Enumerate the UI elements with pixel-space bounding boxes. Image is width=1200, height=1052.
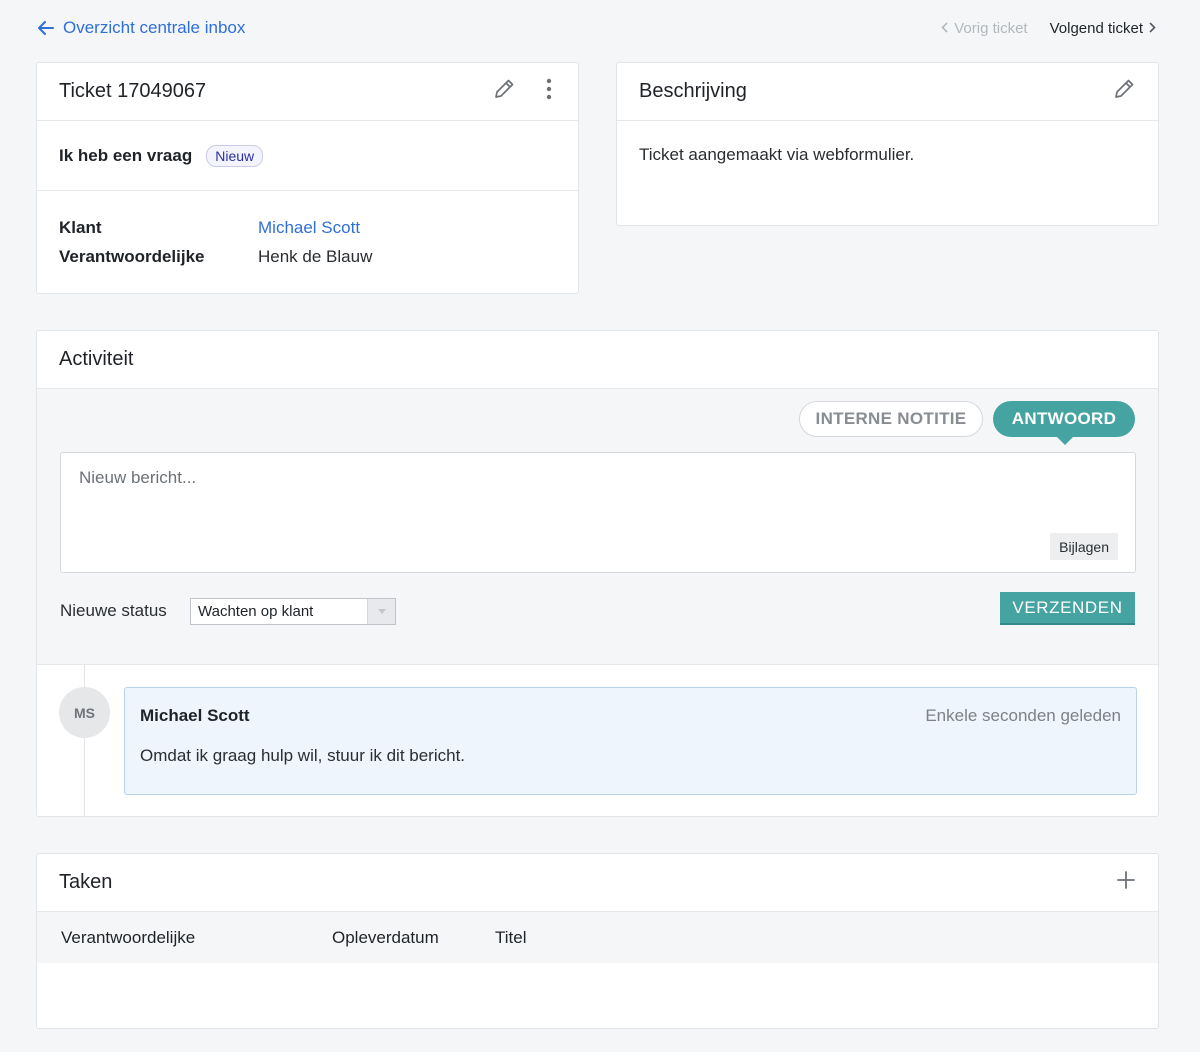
description-card: Beschrijving Ticket aangemaakt via webfo… <box>616 62 1159 226</box>
message-text: Omdat ik graag hulp wil, stuur ik dit be… <box>140 746 466 765</box>
status-select[interactable]: Wachten op klant <box>190 598 396 625</box>
message-bubble: Michael Scott Enkele seconden geleden Om… <box>124 687 1137 795</box>
top-navigation: Overzicht centrale inbox Vorig ticket Vo… <box>0 0 1200 58</box>
status-badge: Nieuw <box>206 144 264 167</box>
ticket-card: Ticket 17049067 Ik heb een vraag Nieuw K… <box>36 62 579 294</box>
previous-ticket-label: Vorig ticket <box>954 20 1028 37</box>
more-vertical-icon <box>546 77 552 106</box>
meta-row-assignee: Verantwoordelijke Henk de Blauw <box>59 242 556 271</box>
ticket-card-header: Ticket 17049067 <box>37 63 578 121</box>
dropdown-arrow-icon <box>367 599 395 624</box>
description-text: Ticket aangemaakt via webformulier. <box>639 145 915 164</box>
message-timestamp: Enkele seconden geleden <box>925 706 1121 725</box>
meta-key: Klant <box>59 217 102 237</box>
ticket-subject: Ik heb een vraag <box>59 145 193 165</box>
next-ticket-label: Volgend ticket <box>1049 20 1143 37</box>
edit-description-button[interactable] <box>1112 77 1136 106</box>
next-ticket-link[interactable]: Volgend ticket <box>1050 20 1156 37</box>
arrow-left-icon <box>38 21 54 35</box>
ticket-meta: Klant Michael Scott Verantwoordelijke He… <box>37 191 578 271</box>
ticket-more-options-button[interactable] <box>542 77 556 106</box>
meta-row-customer: Klant Michael Scott <box>59 213 556 242</box>
internal-note-tab[interactable]: INTERNE NOTITIE <box>799 401 983 437</box>
activity-card-header: Activiteit <box>37 331 1158 389</box>
back-to-inbox-link[interactable]: Overzicht centrale inbox <box>38 18 245 38</box>
attachments-button[interactable]: Bijlagen <box>1050 533 1118 560</box>
send-button[interactable]: VERZENDEN <box>1000 592 1135 625</box>
status-select-value: Wachten op klant <box>198 603 314 620</box>
activity-card: Activiteit INTERNE NOTITIE ANTWOORD Bijl… <box>36 330 1159 817</box>
tasks-table-header: Verantwoordelijke Opleverdatum Titel <box>37 912 1158 963</box>
plus-icon <box>1116 870 1136 895</box>
column-header-due-date[interactable]: Opleverdatum <box>332 928 439 948</box>
ticket-subject-row: Ik heb een vraag Nieuw <box>37 121 578 191</box>
ticket-title: Ticket 17049067 <box>59 80 207 102</box>
ticket-actions <box>492 77 556 106</box>
add-task-button[interactable] <box>1116 870 1136 895</box>
avatar: MS <box>59 687 110 738</box>
tasks-title: Taken <box>59 871 113 893</box>
message-composer: INTERNE NOTITIE ANTWOORD Bijlagen Nieuwe… <box>37 389 1158 665</box>
assignee-value: Henk de Blauw <box>258 246 373 266</box>
reply-tab[interactable]: ANTWOORD <box>993 401 1135 445</box>
description-card-header: Beschrijving <box>617 63 1158 121</box>
customer-link[interactable]: Michael Scott <box>258 218 360 238</box>
ticket-pager: Vorig ticket Volgend ticket <box>941 20 1156 37</box>
edit-ticket-button[interactable] <box>492 77 516 106</box>
tasks-card-header: Taken <box>37 854 1158 912</box>
previous-ticket-link[interactable]: Vorig ticket <box>941 20 1028 37</box>
tasks-card: Taken Verantwoordelijke Opleverdatum Tit… <box>36 853 1159 1029</box>
chevron-left-icon <box>941 20 948 37</box>
new-status-label: Nieuwe status <box>60 601 167 620</box>
back-link-label: Overzicht centrale inbox <box>63 18 246 37</box>
column-header-assignee[interactable]: Verantwoordelijke <box>61 928 195 948</box>
message-box: Bijlagen <box>60 452 1136 573</box>
message-author: Michael Scott <box>140 706 250 725</box>
message-input[interactable] <box>61 453 1135 572</box>
activity-title: Activiteit <box>59 348 134 370</box>
chevron-right-icon <box>1149 20 1156 37</box>
activity-timeline: MS Michael Scott Enkele seconden geleden… <box>37 665 1158 816</box>
column-header-title[interactable]: Titel <box>495 928 527 948</box>
pencil-icon <box>492 77 516 106</box>
description-title: Beschrijving <box>639 80 747 102</box>
meta-key: Verantwoordelijke <box>59 246 205 266</box>
pencil-icon <box>1112 77 1136 106</box>
